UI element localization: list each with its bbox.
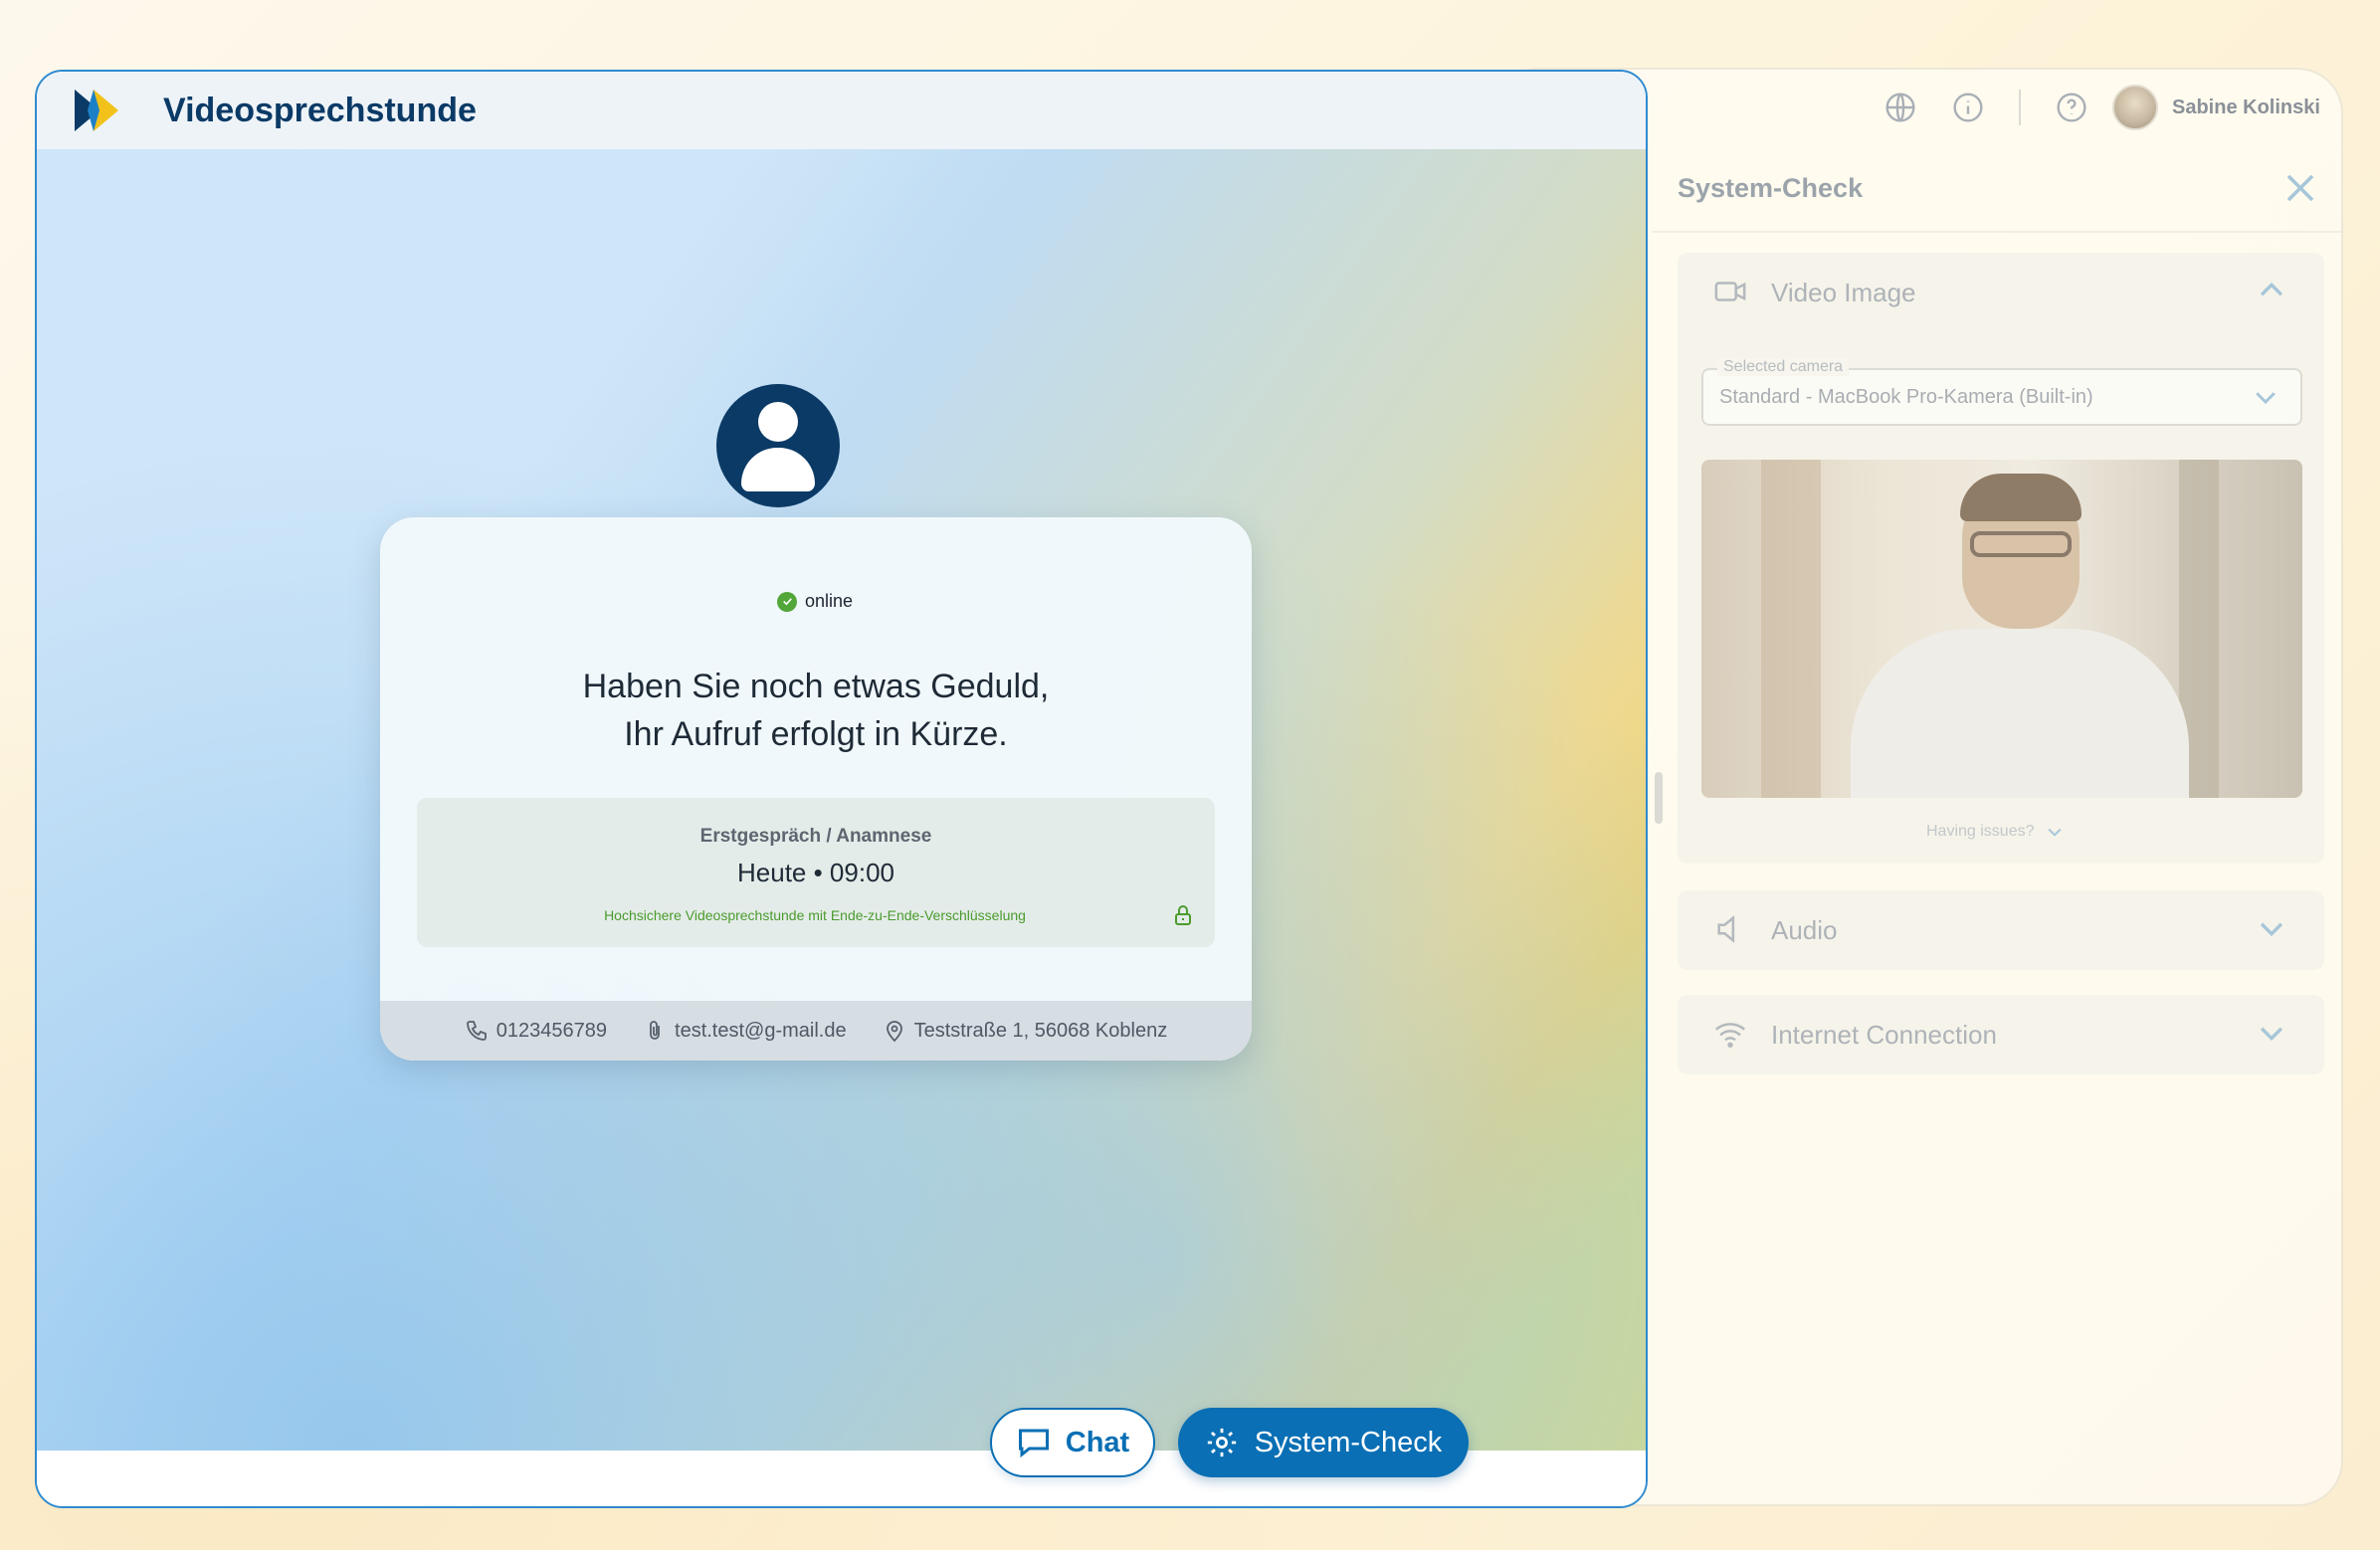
contact-phone[interactable]: 0123456789 [465,1019,607,1043]
waiting-message: Haben Sie noch etwas Geduld, Ihr Aufruf … [582,668,1050,753]
camera-select-label: Selected camera [1717,358,1850,376]
audio-label: Audio [1771,914,1838,945]
location-pin-icon [886,1021,902,1043]
appointment-type: Erstgespräch / Anamnese [699,826,932,847]
panel-resize-handle[interactable] [1655,772,1663,824]
header-divider [2019,90,2021,125]
system-check-button[interactable]: System-Check [1178,1408,1469,1477]
chat-icon [1018,1429,1049,1458]
chevron-down-icon[interactable] [2255,911,2288,950]
video-image-label: Video Image [1771,277,1916,307]
camera-preview [1701,460,2302,798]
globe-icon[interactable] [1884,91,1917,124]
encryption-note: Hochsichere Videosprechstunde mit Ende-z… [604,907,1026,923]
app-title: Videosprechstunde [163,91,477,129]
camera-icon [1713,275,1749,310]
audio-header[interactable]: Audio [1678,890,2324,970]
internet-header[interactable]: Internet Connection [1678,995,2324,1074]
help-icon[interactable] [2055,91,2088,124]
contact-address[interactable]: Teststraße 1, 56068 Koblenz [883,1019,1167,1043]
chevron-down-icon[interactable] [2255,1016,2288,1055]
lock-icon [1171,903,1195,932]
user-icon [716,384,840,507]
chat-button[interactable]: Chat [990,1408,1155,1477]
user-name[interactable]: Sabine Kolinski [2172,97,2320,119]
doctor-avatar [716,384,840,507]
camera-select[interactable]: Selected camera Standard - MacBook Pro-K… [1701,358,2302,426]
chevron-down-icon [2251,382,2281,417]
check-icon [777,591,797,612]
info-icon[interactable] [1951,91,1985,124]
internet-label: Internet Connection [1771,1019,1997,1050]
chevron-down-icon [2047,828,2062,837]
contact-footer: 0123456789 test.test@g-mail.de Teststraß… [380,1001,1252,1061]
audio-section: Audio [1678,890,2324,970]
close-icon[interactable] [2282,170,2318,206]
attachment-icon [650,1021,660,1040]
having-issues-label: Having issues? [1926,823,2035,840]
panel-divider [1652,231,2343,233]
app-logo [75,90,118,131]
wifi-icon [1713,1017,1749,1053]
header-actions: Sabine Kolinski [1884,85,2320,130]
phone-icon [466,1021,487,1041]
internet-section: Internet Connection [1678,995,2324,1074]
main-window: Videosprechstunde Haben Sie noch etwas G… [35,70,1648,1508]
system-check-title: System-Check [1678,173,1864,203]
chevron-up-icon[interactable] [2255,274,2288,312]
appointment-time: Heute • 09:00 [737,858,894,887]
appointment-box: Erstgespräch / Anamnese Heute • 09:00 Ho… [417,798,1215,947]
contact-email[interactable]: test.test@g-mail.de [643,1019,847,1043]
app-header: Videosprechstunde [37,72,1646,149]
having-issues-toggle[interactable]: Having issues? [1926,822,2065,842]
video-image-header[interactable]: Video Image [1678,253,2324,332]
user-avatar[interactable] [2112,85,2158,130]
online-status: online [777,591,853,612]
gear-icon [1207,1428,1236,1457]
speaker-icon [1713,912,1749,948]
camera-select-value: Standard - MacBook Pro-Kamera (Built-in) [1719,386,2093,408]
